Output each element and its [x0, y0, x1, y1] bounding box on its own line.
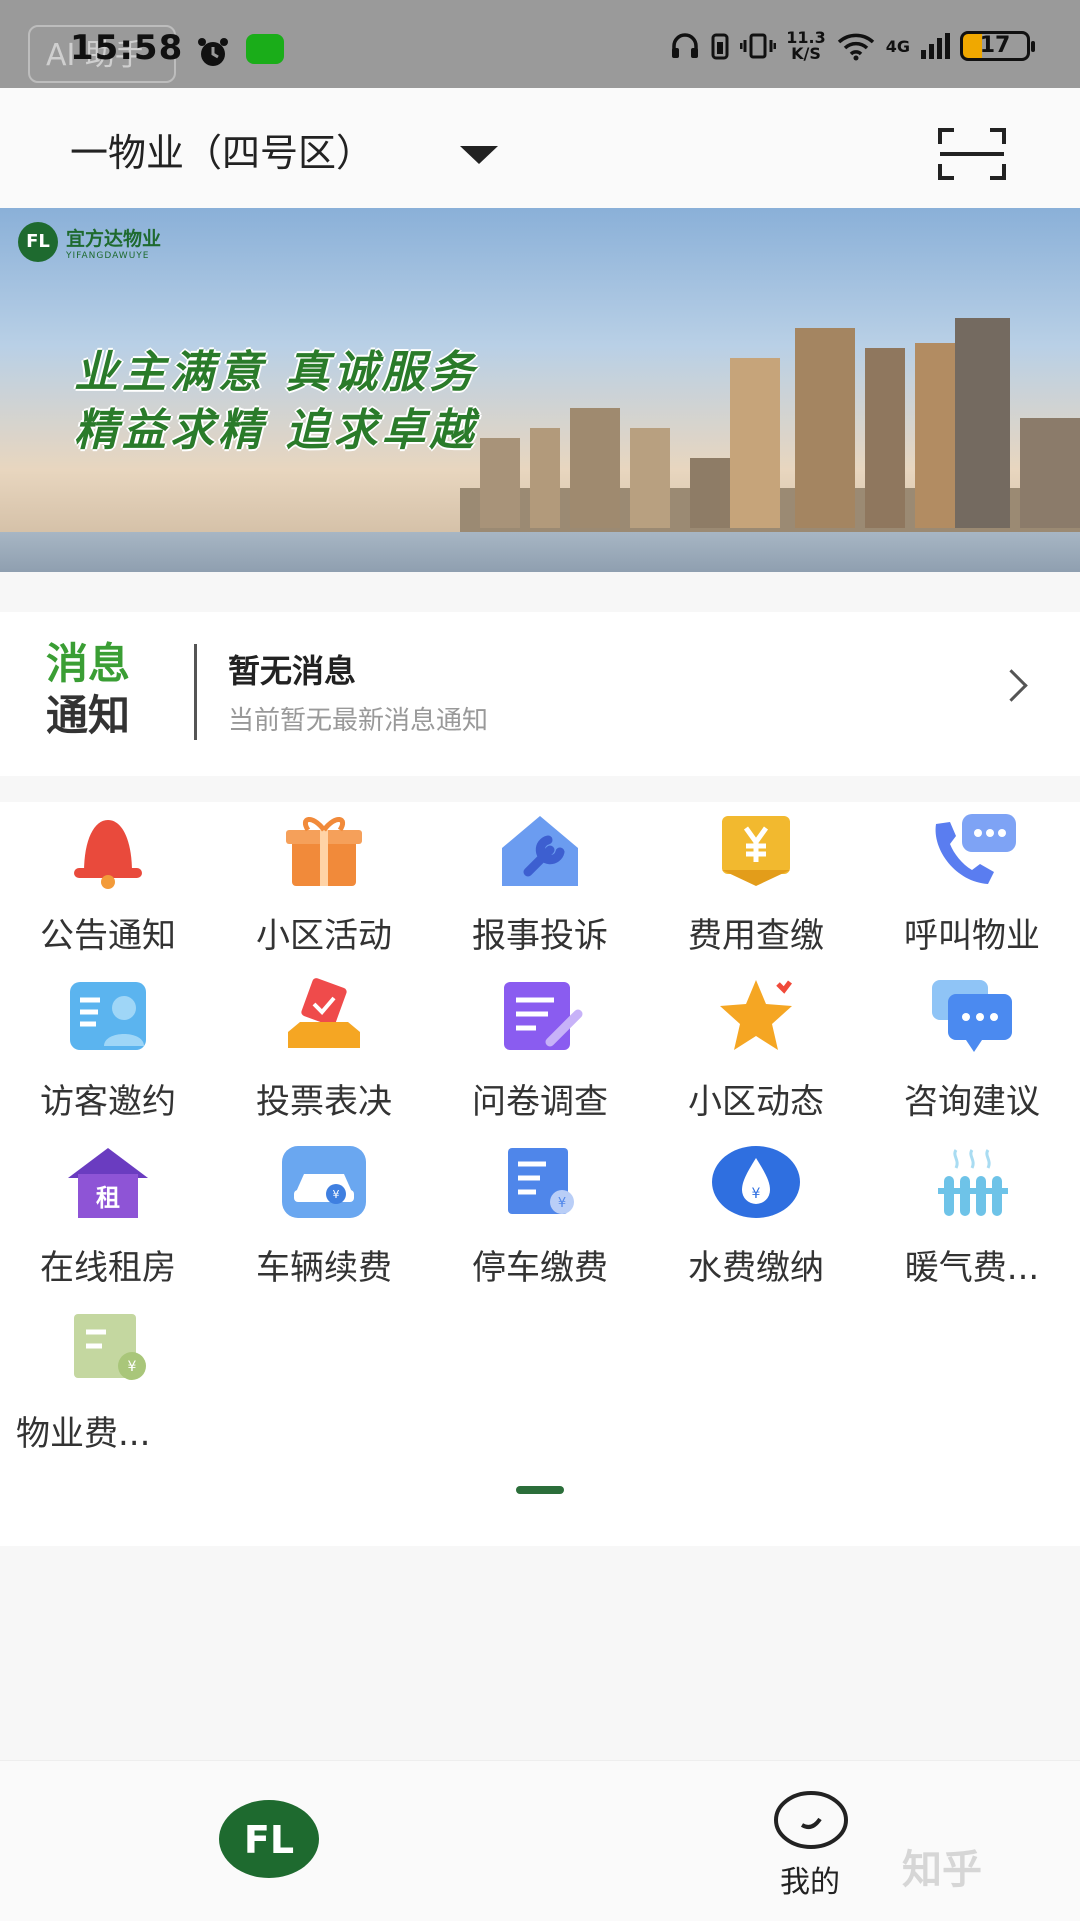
service-announcement[interactable]: 公告通知 [0, 802, 216, 968]
service-label: 费用查缴 [688, 916, 824, 956]
service-call-property[interactable]: 呼叫物业 [864, 802, 1080, 968]
service-label: 物业费... [16, 1414, 151, 1454]
service-label: 问卷调查 [472, 1082, 608, 1122]
service-fee-inquiry[interactable]: 费用查缴 [648, 802, 864, 968]
car-icon: ¥ [282, 1146, 366, 1218]
service-activities[interactable]: 小区活动 [216, 802, 432, 968]
app-header: 一物业（四号区） [0, 88, 1080, 208]
service-label: 车辆续费 [256, 1248, 392, 1288]
phone-battery-icon [711, 33, 729, 60]
status-time: 15:58 [70, 28, 184, 68]
chevron-down-icon[interactable] [460, 146, 498, 164]
svg-text:¥: ¥ [333, 1188, 340, 1201]
wrench-house-icon [502, 816, 578, 886]
network-speed-unit: K/S [791, 44, 821, 63]
notice-tag-line2: 通知 [46, 691, 131, 740]
service-label: 小区动态 [688, 1082, 824, 1122]
service-community-news[interactable]: 小区动态 [648, 968, 864, 1134]
chat-bubbles-icon [932, 980, 1012, 1052]
service-label: 公告通知 [40, 916, 176, 956]
page-indicator [516, 1486, 564, 1494]
service-label: 咨询建议 [904, 1082, 1040, 1122]
battery-indicator: 17 [960, 31, 1035, 61]
watermark: 知乎 [902, 1847, 982, 1893]
phone-chat-icon [935, 814, 1016, 884]
radiator-icon [938, 1149, 1008, 1216]
promo-banner[interactable]: FL 宜方达物业 YIFANGDAWUYE 业主满意 真诚服务 精益求精 追求卓… [0, 208, 1080, 572]
service-label: 在线租房 [40, 1248, 176, 1288]
service-property-fee[interactable]: ¥ 物业费... [0, 1300, 216, 1466]
scan-icon[interactable] [938, 128, 1006, 180]
water-drop-icon: ¥ [712, 1146, 800, 1218]
brand-name: 宜方达物业 [66, 227, 162, 250]
brand-mark-icon: FL [18, 222, 58, 262]
survey-icon [504, 982, 583, 1050]
service-label: 投票表决 [256, 1082, 392, 1122]
service-grid: 公告通知 小区活动 报事投诉 费用查缴 呼叫物业 访客邀约 投票表决 问卷调查 … [0, 802, 1080, 1546]
service-label: 停车缴费 [472, 1248, 608, 1288]
service-label: 呼叫物业 [904, 916, 1040, 956]
banner-slogan-line2: 精益求精 追求卓越 [74, 405, 478, 456]
service-label: 水费缴纳 [688, 1248, 824, 1288]
community-selector-label[interactable]: 一物业（四号区） [70, 122, 374, 177]
yen-badge-icon [722, 816, 790, 886]
brand-logo: FL 宜方达物业 YIFANGDAWUYE [18, 222, 161, 262]
tab-me-label[interactable]: 我的 [740, 1857, 880, 1901]
service-parking-fee[interactable]: ¥ 停车缴费 [432, 1134, 648, 1300]
brand-pinyin: YIFANGDAWUYE [66, 250, 150, 261]
signal-icon [921, 33, 950, 59]
status-bar: AI 助手 15:58 11.3 K/S 4G 17 [0, 0, 1080, 88]
notice-title: 暂无消息 [228, 652, 357, 690]
parking-bill-icon: ¥ [508, 1148, 574, 1214]
headphones-icon [672, 33, 699, 58]
profile-smile-icon[interactable] [772, 1789, 850, 1851]
ballot-icon [288, 978, 360, 1048]
service-report-complaint[interactable]: 报事投诉 [432, 802, 648, 968]
svg-text:租: 租 [96, 1184, 120, 1212]
svg-text:¥: ¥ [558, 1196, 566, 1211]
status-right-group: 11.3 K/S 4G 17 [670, 30, 1035, 62]
service-vehicle-renewal[interactable]: ¥ 车辆续费 [216, 1134, 432, 1300]
service-water-fee[interactable]: ¥ 水费缴纳 [648, 1134, 864, 1300]
bell-icon [74, 820, 142, 889]
svg-text:¥: ¥ [128, 1359, 137, 1375]
alarm-icon [198, 38, 228, 66]
service-online-rent[interactable]: 租 在线租房 [0, 1134, 216, 1300]
notice-tag: 消息 通知 [46, 638, 130, 742]
banner-water [0, 532, 1080, 572]
chevron-right-icon[interactable] [995, 669, 1028, 702]
service-visitor-invite[interactable]: 访客邀约 [0, 968, 216, 1134]
network-type: 4G [885, 36, 910, 56]
svg-text:¥: ¥ [752, 1186, 761, 1202]
service-label: 报事投诉 [472, 916, 608, 956]
service-heating-fee[interactable]: 暖气费... [864, 1134, 1080, 1300]
notice-subtitle: 当前暂无最新消息通知 [228, 706, 489, 736]
wechat-icon [246, 34, 284, 64]
wifi-icon [837, 33, 874, 61]
gift-icon [286, 817, 362, 886]
vibrate-icon [740, 33, 777, 59]
notice-tag-line1: 消息 [46, 639, 131, 688]
service-label: 访客邀约 [40, 1082, 176, 1122]
home-tab-logo-icon[interactable]: FL [218, 1799, 320, 1879]
service-voting[interactable]: 投票表决 [216, 968, 432, 1134]
bottom-navigation: FL 我的 知乎 [0, 1760, 1080, 1921]
rent-house-icon: 租 [68, 1148, 148, 1218]
banner-slogan-line1: 业主满意 真诚服务 [74, 347, 478, 398]
home-tab-mark: FL [244, 1818, 294, 1862]
network-speed: 11.3 K/S [786, 30, 825, 62]
message-notice-bar[interactable]: 消息 通知 暂无消息 当前暂无最新消息通知 [0, 612, 1080, 776]
service-consult-suggest[interactable]: 咨询建议 [864, 968, 1080, 1134]
service-label: 暖气费... [904, 1248, 1040, 1288]
notice-divider [194, 644, 197, 740]
service-survey[interactable]: 问卷调查 [432, 968, 648, 1134]
service-label: 小区活动 [256, 916, 392, 956]
property-bill-icon: ¥ [74, 1314, 146, 1380]
star-icon [720, 980, 792, 1050]
visitor-card-icon [70, 982, 146, 1050]
